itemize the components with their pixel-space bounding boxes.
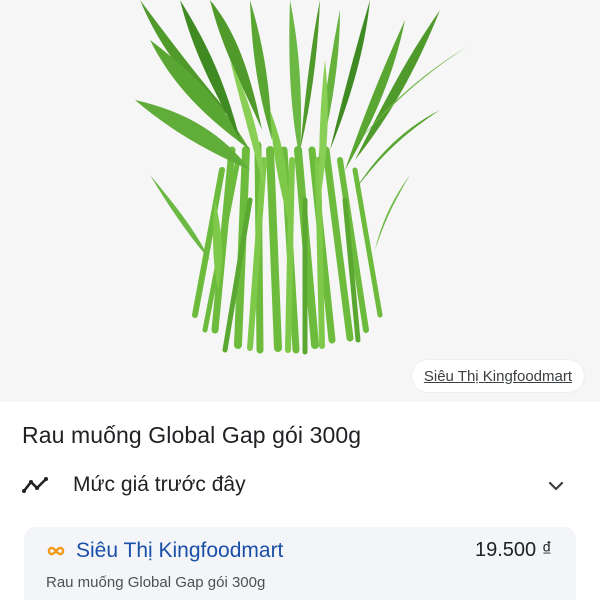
product-title: Rau muống Global Gap gói 300g: [22, 422, 362, 448]
offer-product-name: Rau muống Global Gap gói 300g: [46, 574, 266, 591]
trending-icon: [22, 477, 48, 493]
image-source-link[interactable]: Siêu Thị Kingfoodmart: [411, 360, 584, 392]
price-history-row[interactable]: Mức giá trước đây: [0, 462, 600, 508]
store-logo-icon: [47, 546, 65, 556]
store-offer-card[interactable]: Siêu Thị Kingfoodmart 19.500 ₫ Rau muống…: [24, 527, 576, 600]
product-image[interactable]: Siêu Thị Kingfoodmart: [0, 0, 600, 402]
price-history-label: Mức giá trước đây: [73, 473, 246, 496]
offer-price: 19.500 ₫: [475, 539, 552, 561]
store-name-link[interactable]: Siêu Thị Kingfoodmart: [76, 539, 283, 563]
chevron-down-icon[interactable]: [544, 474, 568, 498]
water-spinach-illustration: [135, 0, 470, 355]
